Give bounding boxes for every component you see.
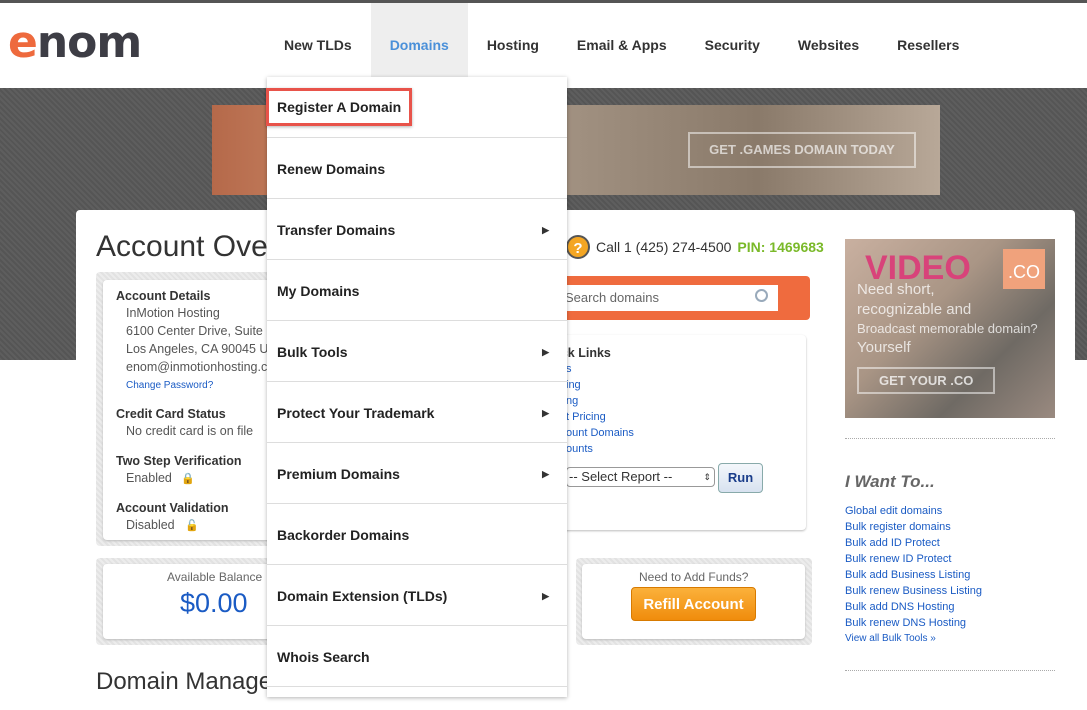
domain-manager-heading: Domain Manager (96, 668, 281, 695)
submenu-arrow-icon: ▶ (542, 408, 549, 418)
menu-item-premium-domains[interactable]: Premium Domains ▶ (267, 443, 567, 504)
menu-item-protect-your-trademark[interactable]: Protect Your Trademark ▶ (267, 382, 567, 443)
banner-cta-button[interactable]: GET .GAMES DOMAIN TODAY (688, 132, 916, 168)
side-ad-tld: .CO (1003, 249, 1045, 289)
bulk-link[interactable]: Bulk add Business Listing (845, 569, 970, 581)
nav-websites[interactable]: Websites (779, 3, 878, 77)
side-ad-cta[interactable]: GET YOUR .CO (857, 367, 996, 394)
side-ad-banner[interactable]: VIDEO .CO Need short, recognizable and B… (845, 239, 1055, 418)
menu-item-backorder-domains[interactable]: Backorder Domains (267, 504, 567, 565)
main-nav: New TLDs Domains Hosting Email & Apps Se… (265, 3, 978, 77)
menu-item-label: Transfer Domains (277, 222, 396, 238)
bulk-link[interactable]: Bulk add DNS Hosting (845, 601, 954, 613)
funds-label: Need to Add Funds? (639, 570, 749, 584)
search-icon[interactable] (755, 289, 768, 302)
menu-item-transfer-domains[interactable]: Transfer Domains ▶ (267, 199, 567, 260)
account-name: InMotion Hosting (126, 306, 220, 320)
account-details-label: Account Details (116, 289, 211, 303)
domain-search-input[interactable]: Search domains (540, 285, 778, 311)
view-all-bulk-tools-link[interactable]: View all Bulk Tools » (845, 633, 936, 644)
nav-new-tlds[interactable]: New TLDs (265, 3, 371, 77)
bulk-link[interactable]: Bulk add ID Protect (845, 537, 940, 549)
enom-logo[interactable]: enom (8, 17, 142, 68)
quick-link[interactable]: t Pricing (566, 411, 606, 423)
menu-item-label: My Domains (277, 283, 360, 299)
two-step-value: Enabled (126, 471, 172, 485)
quick-link[interactable]: ng (566, 395, 578, 407)
lock-icon: 🔒 (181, 473, 195, 485)
divider (845, 670, 1055, 671)
report-select[interactable]: -- Select Report -- ⇕ (566, 467, 715, 487)
menu-item-my-domains[interactable]: My Domains (267, 260, 567, 321)
account-city: Los Angeles, CA 90045 US (126, 342, 277, 356)
menu-item-label: Domain Extension (TLDs) (277, 588, 448, 604)
quick-link[interactable]: ing (566, 379, 581, 391)
quick-link[interactable]: ount Domains (566, 427, 634, 439)
highlight-box (266, 88, 412, 126)
header: enom New TLDs Domains Hosting Email & Ap… (0, 3, 1087, 88)
bulk-link[interactable]: Bulk renew ID Protect (845, 553, 951, 565)
menu-item-domain-extension-tlds[interactable]: Domain Extension (TLDs) ▶ (267, 565, 567, 626)
quick-link[interactable]: ounts (566, 443, 593, 455)
unlock-icon: 🔓 (185, 520, 199, 532)
nav-email-apps[interactable]: Email & Apps (558, 3, 686, 77)
bulk-link[interactable]: Bulk renew DNS Hosting (845, 617, 966, 629)
search-placeholder: Search domains (565, 290, 659, 305)
report-select-value: -- Select Report -- (569, 469, 673, 484)
account-email: enom@inmotionhosting.com (126, 360, 285, 374)
menu-item-label: Renew Domains (277, 161, 386, 177)
menu-item-label: Backorder Domains (277, 527, 410, 543)
submenu-arrow-icon: ▶ (542, 347, 549, 357)
nav-resellers[interactable]: Resellers (878, 3, 978, 77)
cc-status-label: Credit Card Status (116, 407, 226, 421)
menu-item-bulk-tools[interactable]: Bulk Tools ▶ (267, 321, 567, 382)
bulk-link[interactable]: Bulk renew Business Listing (845, 585, 982, 597)
menu-item-label: Premium Domains (277, 466, 400, 482)
side-ad-text: recognizable and (857, 301, 972, 318)
menu-item-label: Whois Search (277, 649, 370, 665)
select-arrows-icon: ⇕ (703, 472, 711, 482)
nav-hosting[interactable]: Hosting (468, 3, 558, 77)
bulk-link[interactable]: Global edit domains (845, 505, 942, 517)
call-text: Call 1 (425) 274-4500 (596, 239, 732, 255)
bulk-link[interactable]: Bulk register domains (845, 521, 951, 533)
submenu-arrow-icon: ▶ (542, 591, 549, 601)
side-ad-text: Broadcast memorable domain? (857, 321, 1038, 336)
support-pin: PIN: 1469683 (737, 239, 824, 255)
change-password-link[interactable]: Change Password? (126, 380, 213, 391)
nav-domains[interactable]: Domains (370, 3, 468, 77)
menu-item-renew-domains[interactable]: Renew Domains (267, 138, 567, 199)
balance-value: $0.00 (180, 588, 248, 618)
submenu-arrow-icon: ▶ (542, 225, 549, 235)
submenu-arrow-icon: ▶ (542, 469, 549, 479)
logo-text: nom (36, 17, 142, 68)
menu-item-label: Bulk Tools (277, 344, 348, 360)
validation-label: Account Validation (116, 501, 229, 515)
menu-item-whois-search[interactable]: Whois Search (267, 626, 567, 687)
cc-status-value: No credit card is on file (126, 424, 254, 438)
support-phone: ? Call 1 (425) 274-4500 PIN: 1469683 (566, 235, 824, 259)
balance-label: Available Balance (167, 570, 263, 584)
validation-value: Disabled (126, 518, 175, 532)
run-button[interactable]: Run (718, 463, 763, 493)
divider (845, 438, 1055, 439)
domains-dropdown-menu: Register A Domain Renew Domains Transfer D… (267, 77, 567, 697)
two-step-label: Two Step Verification (116, 454, 242, 468)
i-want-to-heading: I Want To... (845, 472, 935, 491)
side-ad-text: Need short, (857, 281, 935, 298)
menu-item-label: Protect Your Trademark (277, 405, 435, 421)
refill-account-button[interactable]: Refill Account (631, 587, 756, 621)
side-ad-text: Yourself (857, 339, 911, 356)
headset-icon: ? (566, 235, 590, 259)
nav-security[interactable]: Security (686, 3, 779, 77)
logo-accent: e (8, 17, 38, 68)
